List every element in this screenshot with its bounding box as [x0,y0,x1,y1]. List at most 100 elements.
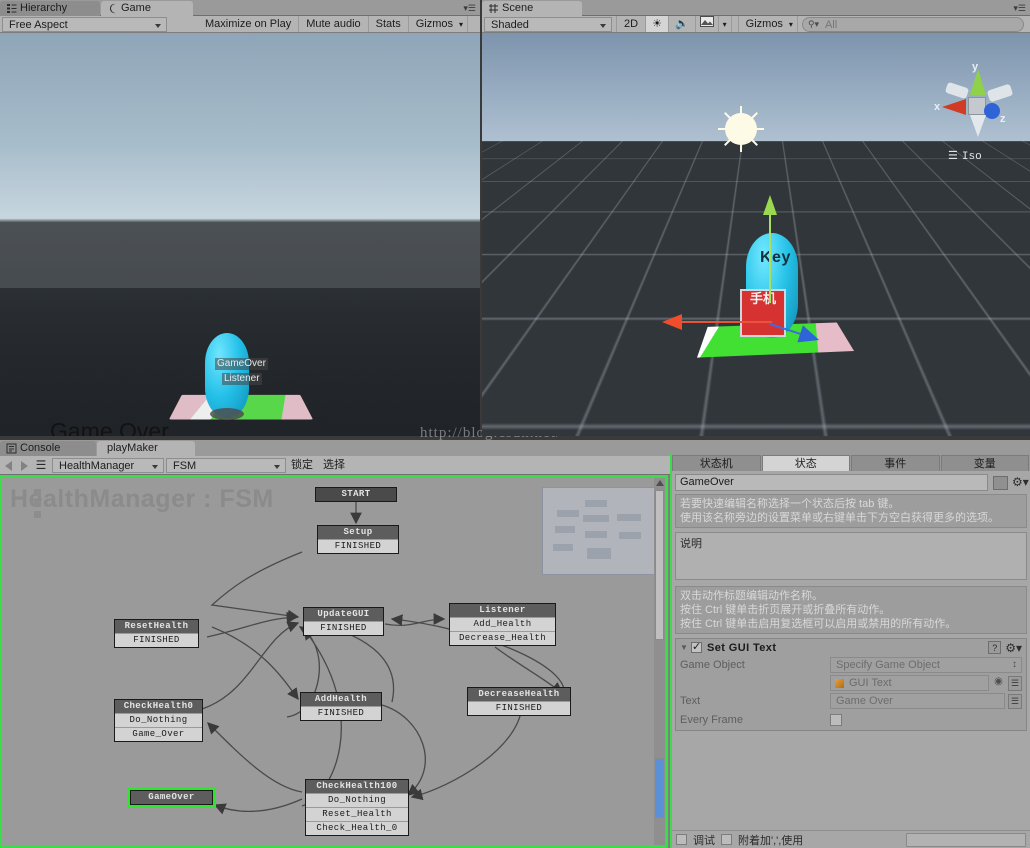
fsm-dropdown[interactable]: FSM [166,458,286,473]
tab-playmaker[interactable]: playMaker [97,441,195,456]
scene-view-orientation-gizmo[interactable]: y x z Iso [934,61,1020,163]
lock-button[interactable]: 锁定 [286,457,318,474]
game-gizmos-button[interactable]: Gizmos ▾ [409,16,468,32]
view-gizmo-negz-cone [986,83,1014,103]
graph-scroll-thumb[interactable] [655,490,664,640]
fsm-graph-inner: HealthManager : FSM START Setup FINISHED… [2,477,666,846]
fsm-node-listener[interactable]: Listener Add_Health Decrease_Health [449,603,556,646]
fsm-graph-canvas[interactable]: HealthManager : FSM START Setup FINISHED… [0,475,668,848]
fsm-node-addhealth[interactable]: AddHealth FINISHED [300,692,382,721]
fsm-minimap[interactable] [542,487,656,575]
debug-checkbox[interactable] [676,834,687,845]
fsm-node-event[interactable]: FINISHED [301,706,381,720]
game-panel-menu-icon[interactable]: ▾☰ [463,3,476,14]
fsm-node-start[interactable]: START [315,487,397,502]
scene-panel-menu-icon[interactable]: ▾☰ [1013,3,1026,14]
field-text: Text Game Over ☰ [676,692,1026,710]
state-name-input[interactable]: GameOver [675,474,988,491]
fsm-node-event[interactable]: FINISHED [115,633,198,647]
graph-scroll-marker[interactable] [655,758,664,818]
fsm-node-event[interactable]: Do_Nothing [115,713,202,727]
fsm-node-event[interactable]: FINISHED [468,701,570,715]
fsm-node-checkhealth0[interactable]: CheckHealth0 Do_Nothing Game_Over [114,699,203,742]
fsm-node-event[interactable]: Game_Over [115,727,202,741]
scene-search-wrap: ⚲▾ [798,16,1030,32]
fsm-node-checkhealth100[interactable]: CheckHealth100 Do_Nothing Reset_Health Chec… [305,779,409,836]
fsm-node-resethealth[interactable]: ResetHealth FINISHED [114,619,199,648]
object-picker-icon[interactable]: ◉ [992,676,1005,691]
tab-game[interactable]: Game [101,1,193,16]
scene-icon [488,3,499,14]
fsm-node-title: Listener [450,604,555,617]
tab-state[interactable]: 状态 [761,455,850,471]
stats-button[interactable]: Stats [369,16,409,32]
toggle-2d-button[interactable]: 2D [616,16,647,32]
field-game-object-label: Game Object [680,659,745,671]
game-object-select[interactable]: Specify Game Object [830,657,1022,673]
mute-audio-button[interactable]: Mute audio [299,16,369,32]
fsm-node-event[interactable]: Reset_Health [306,807,408,821]
maximize-on-play-button[interactable]: Maximize on Play [198,16,300,32]
hamburger-icon[interactable]: ☰ [32,457,50,474]
view-gizmo-x-cone[interactable] [942,99,966,115]
nav-forward-button[interactable] [16,457,32,474]
move-gizmo-x-axis[interactable] [662,314,772,330]
scene-fx-dropdown[interactable]: ▾ [719,16,732,32]
tab-state-machine[interactable]: 状态机 [672,455,761,471]
action-header[interactable]: ▼ Set GUI Text ? ⚙▾ [676,639,1026,656]
state-description-field[interactable]: 说明 [675,532,1027,580]
fsm-node-event[interactable]: Add_Health [450,617,555,631]
secondary-checkbox[interactable] [721,834,732,845]
select-button[interactable]: 选择 [318,457,350,474]
fsm-node-event[interactable]: Do_Nothing [306,793,408,807]
nav-back-button[interactable] [0,457,16,474]
help-icon[interactable]: ? [988,641,1002,654]
tab-events[interactable]: 事件 [851,455,940,471]
tab-game-label: Game [121,2,151,14]
fsm-node-updategui[interactable]: UpdateGUI FINISHED [303,607,384,636]
scene-lighting-toggle[interactable]: ☀ [646,16,669,32]
game-object-reference[interactable]: GUI Text [830,675,989,691]
object-dropdown[interactable]: HealthManager [52,458,164,473]
shading-mode-dropdown[interactable]: Shaded [484,17,612,32]
scene-audio-toggle[interactable]: 🔈 [669,16,696,32]
add-action-button[interactable] [906,832,1026,847]
fsm-node-setup[interactable]: Setup FINISHED [317,525,399,554]
state-color-swatch[interactable] [993,475,1008,490]
fsm-node-decreasehealth[interactable]: DecreaseHealth FINISHED [467,687,571,716]
every-frame-checkbox[interactable] [830,714,842,726]
game-object-variable-menu[interactable]: ☰ [1008,675,1022,691]
tab-hierarchy[interactable]: Hierarchy [0,1,100,16]
text-variable-menu[interactable]: ☰ [1008,693,1022,709]
fsm-node-event[interactable]: FINISHED [318,539,398,553]
tab-console[interactable]: Console [0,441,96,456]
scene-gizmos-button[interactable]: Gizmos ▾ [737,16,798,32]
scene-fx-toggle[interactable] [696,16,719,32]
fsm-node-title: UpdateGUI [304,608,383,621]
inspector-tabs: 状态机 状态 事件 变量 [672,453,1030,471]
chevron-down-icon[interactable]: ▼ [680,643,691,652]
scene-search-input[interactable] [824,18,1017,31]
fsm-node-event[interactable]: Decrease_Health [450,631,555,645]
fsm-node-event[interactable]: FINISHED [304,621,383,635]
fsm-node-title: START [316,488,396,501]
debug-label: 调试 [693,834,715,847]
move-gizmo-y-axis[interactable] [763,195,777,303]
graph-vertical-scrollbar[interactable] [654,478,665,845]
aspect-dropdown[interactable]: Free Aspect [2,17,167,32]
text-value-input[interactable]: Game Over [830,693,1005,709]
view-gizmo-z-cone[interactable] [984,103,1000,119]
gear-icon[interactable]: ⚙▾ [1012,475,1029,490]
game-render-canvas[interactable]: GameOver Listener Game Over [0,33,480,436]
scene-render-canvas[interactable]: Key 手机 y x z Iso [482,33,1030,436]
view-gizmo-projection-label[interactable]: Iso [948,149,982,163]
fsm-node-event[interactable]: Check_Health_0 [306,821,408,835]
scroll-up-arrow[interactable] [656,480,664,486]
fsm-node-gameover[interactable]: GameOver [127,787,216,808]
tab-scene[interactable]: Scene [482,1,582,16]
action-enabled-checkbox[interactable] [691,640,702,653]
tab-variables[interactable]: 变量 [940,455,1029,471]
action-gear-icon[interactable]: ⚙▾ [1005,641,1022,655]
field-text-label: Text [680,695,701,707]
